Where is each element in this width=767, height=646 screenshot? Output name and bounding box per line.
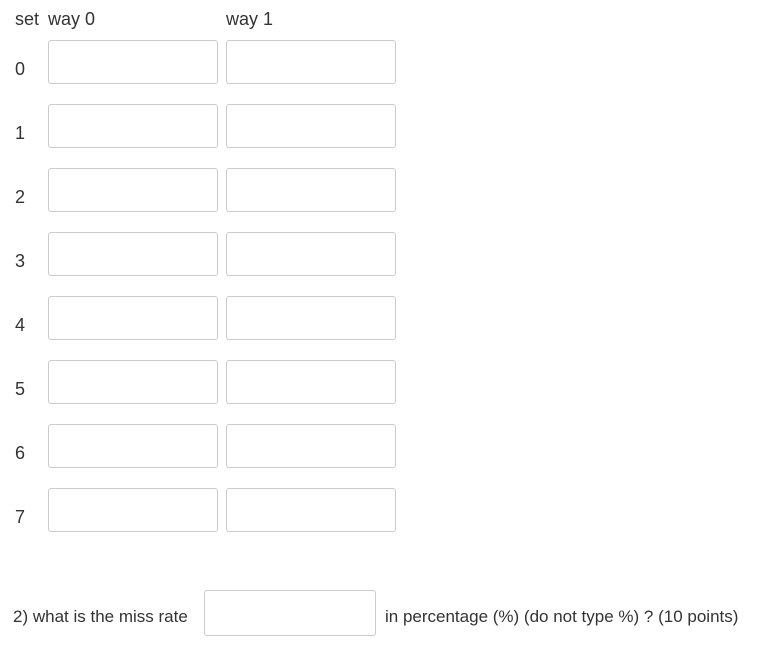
set-2-way-0-input[interactable] [48, 168, 218, 212]
set-label-0: 0 [15, 59, 26, 79]
set-7-way-1-input[interactable] [226, 488, 396, 532]
set-label-3: 3 [15, 251, 26, 271]
set-6-way-0-input[interactable] [48, 424, 218, 468]
question-2-prefix: 2) what is the miss rate [13, 607, 188, 626]
header-way-0: way 0 [48, 9, 96, 29]
set-3-way-0-input[interactable] [48, 232, 218, 276]
header-way-1: way 1 [226, 9, 274, 29]
set-label-7: 7 [15, 507, 26, 527]
set-4-way-1-input[interactable] [226, 296, 396, 340]
set-label-2: 2 [15, 187, 26, 207]
set-5-way-0-input[interactable] [48, 360, 218, 404]
set-label-1: 1 [15, 123, 26, 143]
set-3-way-1-input[interactable] [226, 232, 396, 276]
set-label-5: 5 [15, 379, 26, 399]
set-1-way-1-input[interactable] [226, 104, 396, 148]
set-0-way-0-input[interactable] [48, 40, 218, 84]
set-0-way-1-input[interactable] [226, 40, 396, 84]
set-2-way-1-input[interactable] [226, 168, 396, 212]
set-1-way-0-input[interactable] [48, 104, 218, 148]
header-set: set [15, 9, 40, 29]
set-label-4: 4 [15, 315, 26, 335]
set-6-way-1-input[interactable] [226, 424, 396, 468]
miss-rate-input[interactable] [204, 590, 376, 636]
set-4-way-0-input[interactable] [48, 296, 218, 340]
set-7-way-0-input[interactable] [48, 488, 218, 532]
set-5-way-1-input[interactable] [226, 360, 396, 404]
question-2-suffix: in percentage (%) (do not type %) ? (10 … [385, 607, 739, 626]
set-label-6: 6 [15, 443, 26, 463]
